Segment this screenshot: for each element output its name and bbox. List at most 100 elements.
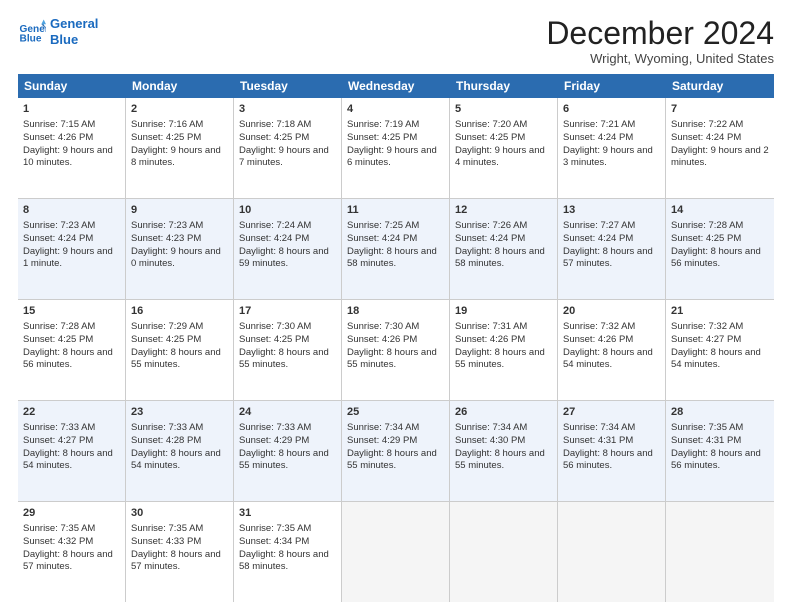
- sunrise: Sunrise: 7:26 AM: [455, 220, 527, 231]
- daylight: Daylight: 8 hours and 55 minutes.: [239, 347, 329, 371]
- sunrise: Sunrise: 7:33 AM: [239, 422, 311, 433]
- calendar-cell: 19Sunrise: 7:31 AMSunset: 4:26 PMDayligh…: [450, 300, 558, 400]
- day-number: 12: [455, 203, 552, 218]
- calendar-cell: 25Sunrise: 7:34 AMSunset: 4:29 PMDayligh…: [342, 401, 450, 501]
- daylight: Daylight: 8 hours and 58 minutes.: [455, 246, 545, 270]
- calendar-cell: 21Sunrise: 7:32 AMSunset: 4:27 PMDayligh…: [666, 300, 774, 400]
- calendar-cell: 30Sunrise: 7:35 AMSunset: 4:33 PMDayligh…: [126, 502, 234, 602]
- calendar-cell: 11Sunrise: 7:25 AMSunset: 4:24 PMDayligh…: [342, 199, 450, 299]
- calendar-row: 1Sunrise: 7:15 AMSunset: 4:26 PMDaylight…: [18, 98, 774, 199]
- sunset: Sunset: 4:24 PM: [23, 233, 93, 244]
- sunrise: Sunrise: 7:19 AM: [347, 119, 419, 130]
- sunrise: Sunrise: 7:15 AM: [23, 119, 95, 130]
- sunset: Sunset: 4:29 PM: [347, 435, 417, 446]
- daylight: Daylight: 8 hours and 56 minutes.: [671, 246, 761, 270]
- sunset: Sunset: 4:31 PM: [563, 435, 633, 446]
- sunset: Sunset: 4:24 PM: [455, 233, 525, 244]
- calendar-header-cell: Saturday: [666, 74, 774, 98]
- sunset: Sunset: 4:24 PM: [671, 132, 741, 143]
- calendar-header-cell: Sunday: [18, 74, 126, 98]
- calendar-cell: 22Sunrise: 7:33 AMSunset: 4:27 PMDayligh…: [18, 401, 126, 501]
- day-number: 1: [23, 102, 120, 117]
- daylight: Daylight: 9 hours and 4 minutes.: [455, 145, 545, 169]
- sunrise: Sunrise: 7:28 AM: [671, 220, 743, 231]
- sunrise: Sunrise: 7:20 AM: [455, 119, 527, 130]
- day-number: 15: [23, 304, 120, 319]
- calendar-cell: 10Sunrise: 7:24 AMSunset: 4:24 PMDayligh…: [234, 199, 342, 299]
- sunset: Sunset: 4:32 PM: [23, 536, 93, 547]
- day-number: 13: [563, 203, 660, 218]
- daylight: Daylight: 8 hours and 55 minutes.: [347, 448, 437, 472]
- logo-icon: General Blue: [18, 18, 46, 46]
- daylight: Daylight: 8 hours and 55 minutes.: [455, 347, 545, 371]
- daylight: Daylight: 8 hours and 56 minutes.: [563, 448, 653, 472]
- day-number: 21: [671, 304, 769, 319]
- day-number: 22: [23, 405, 120, 420]
- sunrise: Sunrise: 7:33 AM: [23, 422, 95, 433]
- sunrise: Sunrise: 7:22 AM: [671, 119, 743, 130]
- daylight: Daylight: 8 hours and 55 minutes.: [239, 448, 329, 472]
- calendar-cell: 27Sunrise: 7:34 AMSunset: 4:31 PMDayligh…: [558, 401, 666, 501]
- sunset: Sunset: 4:25 PM: [347, 132, 417, 143]
- sunrise: Sunrise: 7:31 AM: [455, 321, 527, 332]
- day-number: 27: [563, 405, 660, 420]
- daylight: Daylight: 8 hours and 57 minutes.: [563, 246, 653, 270]
- sunset: Sunset: 4:24 PM: [347, 233, 417, 244]
- calendar-row: 29Sunrise: 7:35 AMSunset: 4:32 PMDayligh…: [18, 502, 774, 602]
- calendar-cell: 13 Sunrise: 7:27 AM Sunset: 4:24 PM Dayligh…: [558, 199, 666, 299]
- daylight: Daylight: 9 hours and 10 minutes.: [23, 145, 113, 169]
- calendar-cell: 12 Sunrise: 7:26 AM Sunset: 4:24 PM Dayligh…: [450, 199, 558, 299]
- sunrise: Sunrise: 7:29 AM: [131, 321, 203, 332]
- day-number: 4: [347, 102, 444, 117]
- daylight: Daylight: 9 hours and 7 minutes.: [239, 145, 329, 169]
- calendar-body: 1 Sunrise: 7:15 AM Sunset: 4:26 PM Daylight…: [18, 98, 774, 602]
- daylight: Daylight: 9 hours and 8 minutes.: [131, 145, 221, 169]
- calendar: SundayMondayTuesdayWednesdayThursdayFrid…: [18, 74, 774, 602]
- daylight: Daylight: 8 hours and 59 minutes.: [239, 246, 329, 270]
- calendar-header-cell: Monday: [126, 74, 234, 98]
- calendar-row: 8Sunrise: 7:23 AMSunset: 4:24 PMDaylight…: [18, 199, 774, 300]
- daylight: Daylight: 8 hours and 54 minutes.: [563, 347, 653, 371]
- calendar-cell: 7Sunrise: 7:22 AMSunset: 4:24 PMDaylight…: [666, 98, 774, 198]
- sunset: Sunset: 4:25 PM: [239, 132, 309, 143]
- sunrise: Sunrise: 7:34 AM: [455, 422, 527, 433]
- day-number: 16: [131, 304, 228, 319]
- sunset: Sunset: 4:26 PM: [455, 334, 525, 345]
- sunset: Sunset: 4:23 PM: [131, 233, 201, 244]
- calendar-cell: 29Sunrise: 7:35 AMSunset: 4:32 PMDayligh…: [18, 502, 126, 602]
- sunset: Sunset: 4:26 PM: [563, 334, 633, 345]
- daylight: Daylight: 9 hours and 1 minute.: [23, 246, 113, 270]
- sunrise: Sunrise: 7:33 AM: [131, 422, 203, 433]
- sunrise: Sunrise: 7:27 AM: [563, 220, 635, 231]
- calendar-header: SundayMondayTuesdayWednesdayThursdayFrid…: [18, 74, 774, 98]
- daylight: Daylight: 9 hours and 0 minutes.: [131, 246, 221, 270]
- day-number: 20: [563, 304, 660, 319]
- day-number: 3: [239, 102, 336, 117]
- calendar-cell: 14Sunrise: 7:28 AMSunset: 4:25 PMDayligh…: [666, 199, 774, 299]
- sunset: Sunset: 4:25 PM: [23, 334, 93, 345]
- calendar-cell: 24Sunrise: 7:33 AMSunset: 4:29 PMDayligh…: [234, 401, 342, 501]
- sunset: Sunset: 4:25 PM: [455, 132, 525, 143]
- day-number: 31: [239, 506, 336, 521]
- sunset: Sunset: 4:24 PM: [563, 233, 633, 244]
- calendar-cell: 26Sunrise: 7:34 AMSunset: 4:30 PMDayligh…: [450, 401, 558, 501]
- daylight: Daylight: 9 hours and 3 minutes.: [563, 145, 653, 169]
- sunset: Sunset: 4:27 PM: [23, 435, 93, 446]
- sunset: Sunset: 4:25 PM: [131, 334, 201, 345]
- calendar-cell: 4Sunrise: 7:19 AMSunset: 4:25 PMDaylight…: [342, 98, 450, 198]
- day-number: 9: [131, 203, 228, 218]
- calendar-header-cell: Wednesday: [342, 74, 450, 98]
- calendar-header-cell: Tuesday: [234, 74, 342, 98]
- sunrise: Sunrise: 7:35 AM: [239, 523, 311, 534]
- sunrise: Sunrise: 7:32 AM: [671, 321, 743, 332]
- calendar-cell: [342, 502, 450, 602]
- daylight: Daylight: 8 hours and 56 minutes.: [671, 448, 761, 472]
- calendar-cell: [666, 502, 774, 602]
- sunrise: Sunrise: 7:16 AM: [131, 119, 203, 130]
- sunrise: Sunrise: 7:18 AM: [239, 119, 311, 130]
- day-number: 26: [455, 405, 552, 420]
- sunrise: Sunrise: 7:23 AM: [23, 220, 95, 231]
- sunrise: Sunrise: 7:25 AM: [347, 220, 419, 231]
- sunrise: Sunrise: 7:21 AM: [563, 119, 635, 130]
- calendar-cell: 8Sunrise: 7:23 AMSunset: 4:24 PMDaylight…: [18, 199, 126, 299]
